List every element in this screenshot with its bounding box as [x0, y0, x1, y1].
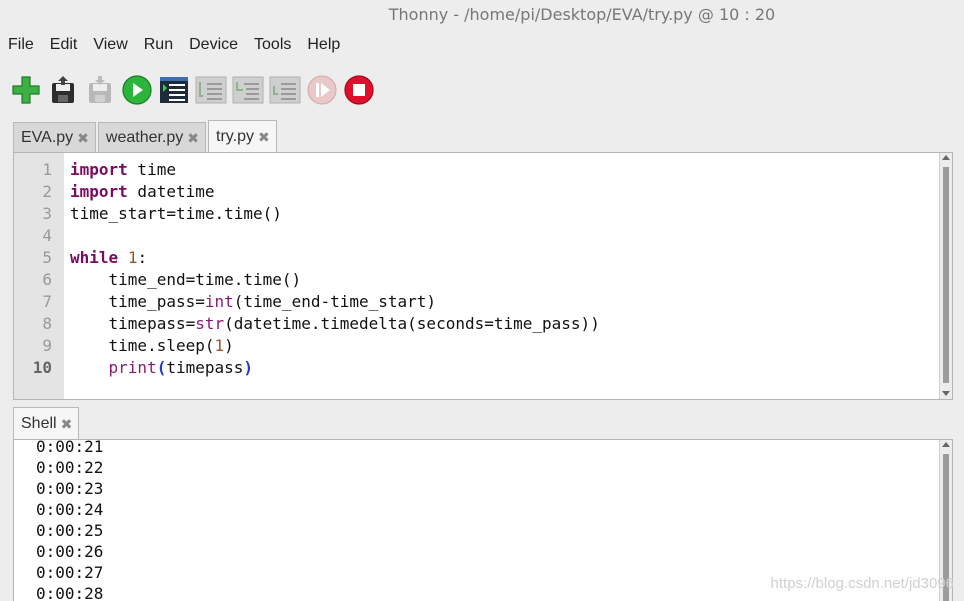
editor-scrollbar[interactable] [939, 153, 952, 399]
shell-line: 0:00:24 [36, 500, 104, 519]
toolbar [10, 70, 380, 110]
close-icon[interactable]: ✖ [187, 130, 199, 147]
save-icon [52, 76, 74, 103]
tab-label: EVA.py [21, 129, 74, 146]
save-disabled-icon [89, 76, 111, 103]
code-line[interactable]: time_pass=int(time_end-time_start) [70, 291, 938, 313]
shell-line: 0:00:26 [36, 542, 104, 561]
load-button[interactable] [47, 74, 79, 106]
step-into-icon [232, 76, 264, 104]
new-icon [12, 76, 40, 104]
menu-tools[interactable]: Tools [246, 34, 299, 60]
step-into-button[interactable] [232, 74, 264, 106]
line-number: 5 [42, 248, 52, 267]
run-button[interactable] [121, 74, 153, 106]
line-number: 6 [42, 270, 52, 289]
step-over-icon [195, 76, 227, 104]
close-icon[interactable]: ✖ [77, 130, 89, 147]
step-out-button[interactable] [269, 74, 301, 106]
line-number: 7 [42, 292, 52, 311]
menu-help[interactable]: Help [299, 34, 348, 60]
resume-button[interactable] [306, 74, 338, 106]
menu-run[interactable]: Run [136, 34, 181, 60]
watermark: https://blog.csdn.net/jd3096 [770, 575, 954, 592]
shell-line: 0:00:25 [36, 521, 104, 540]
window-title: Thonny - /home/pi/Desktop/EVA/try.py @ 1… [0, 0, 964, 30]
scroll-down-icon[interactable] [942, 391, 950, 396]
step-over-button[interactable] [195, 74, 227, 106]
close-icon[interactable]: ✖ [258, 129, 270, 146]
line-number: 1 [42, 160, 52, 179]
scroll-up-icon[interactable] [942, 442, 950, 447]
code-line[interactable]: time_end=time.time() [70, 269, 938, 291]
line-number: 2 [42, 182, 52, 201]
scroll-thumb[interactable] [943, 167, 949, 383]
line-number: 9 [42, 336, 52, 355]
line-number: 8 [42, 314, 52, 333]
resume-icon [307, 75, 337, 105]
code-line[interactable]: import time [70, 159, 938, 181]
code-line[interactable] [70, 225, 938, 247]
tab-eva[interactable]: EVA.py ✖ [13, 122, 96, 153]
code-line[interactable]: import datetime [70, 181, 938, 203]
shell-output: 0:00:21 0:00:22 0:00:23 0:00:24 0:00:25 … [36, 439, 104, 601]
tab-weather[interactable]: weather.py ✖ [97, 122, 207, 153]
shell-tab-label: Shell [21, 415, 57, 432]
line-number: 4 [42, 226, 52, 245]
step-out-icon [269, 76, 301, 104]
stop-icon [344, 75, 374, 105]
shell-line: 0:00:23 [36, 479, 104, 498]
code-line[interactable]: while 1: [70, 247, 938, 269]
shell-line: 0:00:22 [36, 458, 104, 477]
code-editor[interactable]: 1 2 3 4 5 6 7 8 9 10 import time import d… [13, 152, 953, 400]
tab-label: try.py [216, 128, 254, 145]
code-line[interactable]: time.sleep(1) [70, 335, 938, 357]
menu-view[interactable]: View [85, 34, 135, 60]
save-button[interactable] [84, 74, 116, 106]
stop-button[interactable] [343, 74, 375, 106]
close-icon[interactable]: ✖ [61, 416, 73, 433]
tab-shell[interactable]: Shell ✖ [13, 407, 80, 440]
line-number-gutter: 1 2 3 4 5 6 7 8 9 10 [14, 153, 64, 399]
menu-device[interactable]: Device [181, 34, 246, 60]
new-button[interactable] [10, 74, 42, 106]
debug-icon [160, 77, 188, 103]
line-number: 3 [42, 204, 52, 223]
tab-label: weather.py [105, 129, 184, 146]
menu-file[interactable]: File [0, 34, 42, 60]
shell-line: 0:00:27 [36, 563, 104, 582]
menu-edit[interactable]: Edit [42, 34, 86, 60]
code-line[interactable]: time_start=time.time() [70, 203, 938, 225]
shell-line: 0:00:21 [36, 439, 104, 456]
debug-button[interactable] [158, 74, 190, 106]
tab-try[interactable]: try.py ✖ [208, 120, 277, 153]
menu-bar: File Edit View Run Device Tools Help [0, 34, 348, 60]
code-line[interactable]: print(timepass) [70, 357, 938, 379]
editor-tabs: EVA.py ✖ weather.py ✖ try.py ✖ [13, 120, 279, 153]
scroll-up-icon[interactable] [942, 155, 950, 160]
run-icon [122, 75, 152, 105]
code-line[interactable]: timepass=str(datetime.timedelta(seconds=… [70, 313, 938, 335]
shell-line: 0:00:28 [36, 584, 104, 601]
code-text[interactable]: import time import datetime time_start=tim… [70, 159, 938, 379]
current-line-number: 10 [32, 358, 52, 377]
